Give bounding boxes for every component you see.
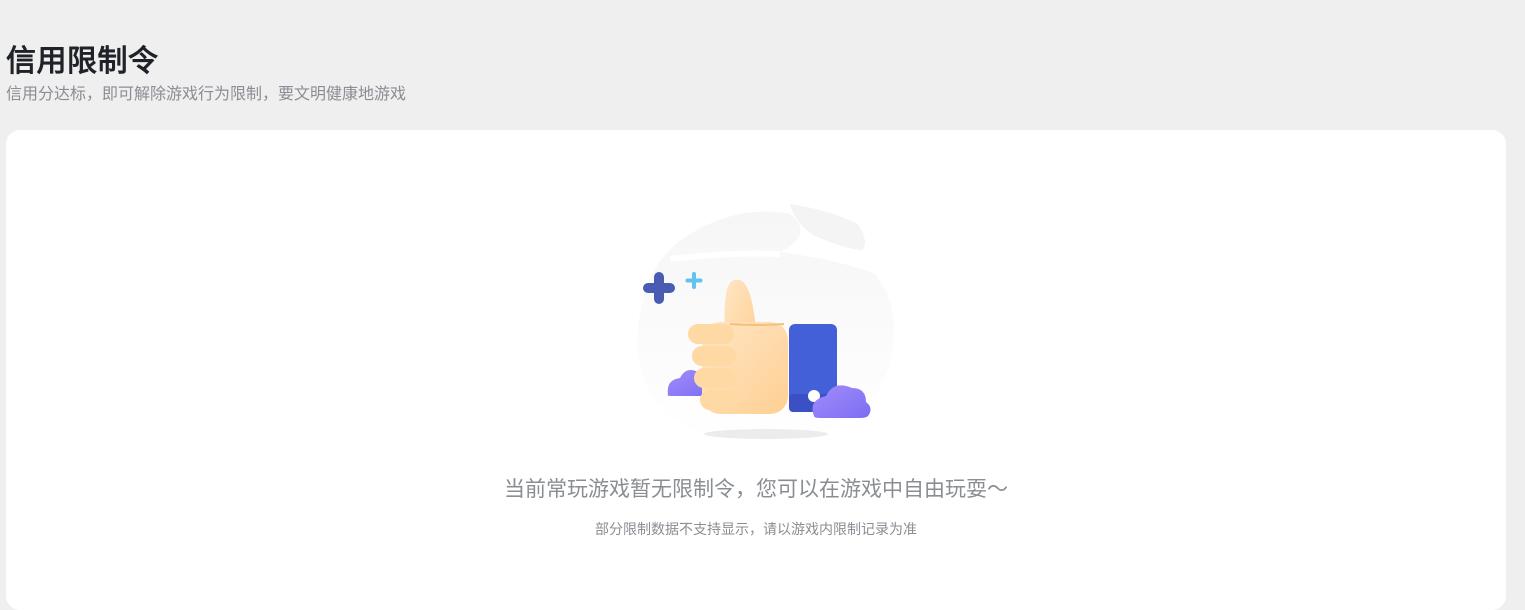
- page-header: 信用限制令 信用分达标，即可解除游戏行为限制，要文明健康地游戏: [6, 40, 406, 106]
- empty-state-hint: 部分限制数据不支持显示，请以游戏内限制记录为准: [595, 521, 917, 537]
- page-subtitle: 信用分达标，即可解除游戏行为限制，要文明健康地游戏: [6, 86, 407, 103]
- page-title: 信用限制令: [6, 45, 159, 78]
- thumbs-up-illustration-icon: [630, 204, 900, 450]
- restriction-card: 当前常玩游戏暂无限制令，您可以在游戏中自由玩耍～ 部分限制数据不支持显示，请以游…: [6, 130, 1506, 610]
- empty-state-message: 当前常玩游戏暂无限制令，您可以在游戏中自由玩耍～: [504, 478, 1008, 501]
